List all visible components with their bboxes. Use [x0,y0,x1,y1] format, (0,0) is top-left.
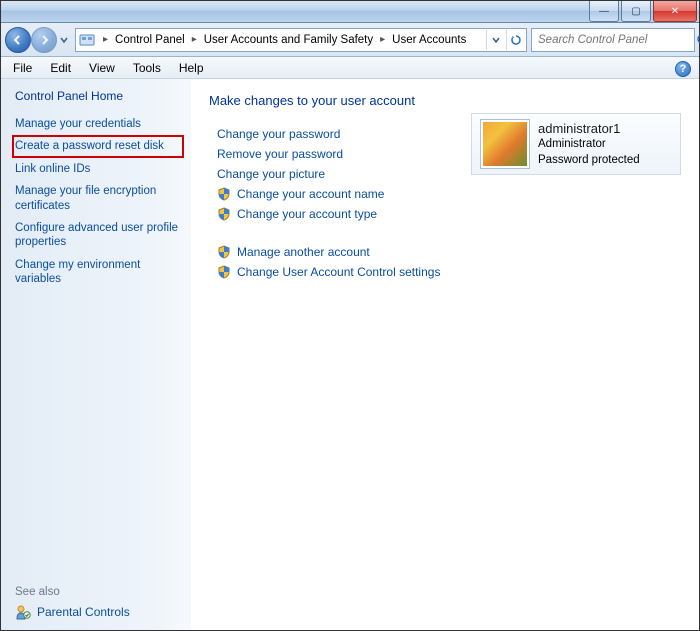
maximize-button[interactable]: ▢ [621,1,651,22]
page-heading: Make changes to your user account [209,93,681,108]
sidebar-link-advanced-profile[interactable]: Configure advanced user profile properti… [15,217,185,254]
nav-history-dropdown[interactable] [57,27,71,53]
flower-icon [483,122,527,166]
refresh-icon [510,34,522,46]
arrow-right-icon [38,34,50,46]
menu-tools[interactable]: Tools [125,59,169,77]
menu-help[interactable]: Help [171,59,212,77]
task-label: Change User Account Control settings [237,265,440,279]
sidebar-link-password-reset-disk[interactable]: Create a password reset disk [13,136,183,156]
parental-controls-link[interactable]: Parental Controls [15,604,185,620]
navigation-bar: ▸ Control Panel ▸ User Accounts and Fami… [1,23,699,57]
task-change-account-type[interactable]: Change your account type [217,204,681,224]
sidebar-link-credentials[interactable]: Manage your credentials [15,113,185,135]
uac-shield-icon [217,265,231,279]
sidebar-link-encryption-certs[interactable]: Manage your file encryption certificates [15,180,185,217]
breadcrumb-separator: ▸ [189,34,200,45]
address-dropdown-button[interactable] [486,30,504,50]
refresh-button[interactable] [506,30,524,50]
task-label: Change your account name [237,187,384,201]
menu-view[interactable]: View [81,59,123,77]
task-label: Change your picture [217,167,325,181]
minimize-icon: — [599,6,609,17]
uac-shield-icon [217,207,231,221]
sidebar-link-env-variables[interactable]: Change my environment variables [15,254,185,291]
breadcrumb-separator: ▸ [100,34,111,45]
task-group-2: Manage another account Change User Accou… [217,242,681,282]
breadcrumb-separator: ▸ [377,34,388,45]
task-label: Manage another account [237,245,370,259]
task-change-account-name[interactable]: Change your account name [217,184,681,204]
account-card: administrator1 Administrator Password pr… [471,113,681,175]
chevron-down-icon [60,36,68,44]
parental-controls-icon [15,604,31,620]
main-area: Control Panel Home Manage your credentia… [1,79,699,630]
task-label: Change your password [217,127,340,141]
minimize-button[interactable]: — [589,1,619,22]
menu-bar: File Edit View Tools Help [1,57,699,79]
back-button[interactable] [5,27,31,53]
account-role: Administrator [538,137,640,153]
uac-shield-icon [217,187,231,201]
task-label: Change your account type [237,207,377,221]
menu-edit[interactable]: Edit [42,59,79,77]
search-icon[interactable] [696,33,700,47]
forward-button[interactable] [31,27,57,53]
task-uac-settings[interactable]: Change User Account Control settings [217,262,681,282]
parental-controls-label: Parental Controls [37,605,130,619]
breadcrumb-item[interactable]: Control Panel [111,29,189,51]
uac-shield-icon [217,245,231,259]
control-panel-home-link[interactable]: Control Panel Home [15,89,185,103]
chevron-down-icon [492,36,500,44]
task-label: Remove your password [217,147,343,161]
account-info: administrator1 Administrator Password pr… [538,120,640,169]
address-bar[interactable]: ▸ Control Panel ▸ User Accounts and Fami… [75,28,527,52]
control-panel-icon [78,31,96,49]
menu-file[interactable]: File [5,59,40,77]
search-box[interactable] [531,28,695,52]
account-status: Password protected [538,153,640,169]
maximize-icon: ▢ [631,6,640,17]
sidebar-link-online-ids[interactable]: Link online IDs [15,158,185,180]
close-icon: ✕ [671,6,679,17]
account-name: administrator1 [538,120,640,138]
help-button[interactable]: ? [675,61,691,77]
sidebar: Control Panel Home Manage your credentia… [1,79,191,630]
breadcrumb-item[interactable]: User Accounts and Family Safety [200,29,377,51]
task-manage-another-account[interactable]: Manage another account [217,242,681,262]
close-button[interactable]: ✕ [653,1,697,22]
account-picture[interactable] [480,119,530,169]
see-also-label: See also [15,586,185,598]
window-titlebar: — ▢ ✕ [1,1,699,23]
content-area: ? Make changes to your user account Chan… [191,79,699,630]
arrow-left-icon [12,34,24,46]
breadcrumb-item[interactable]: User Accounts [388,29,470,51]
nav-arrows [5,27,71,53]
search-input[interactable] [536,33,696,47]
